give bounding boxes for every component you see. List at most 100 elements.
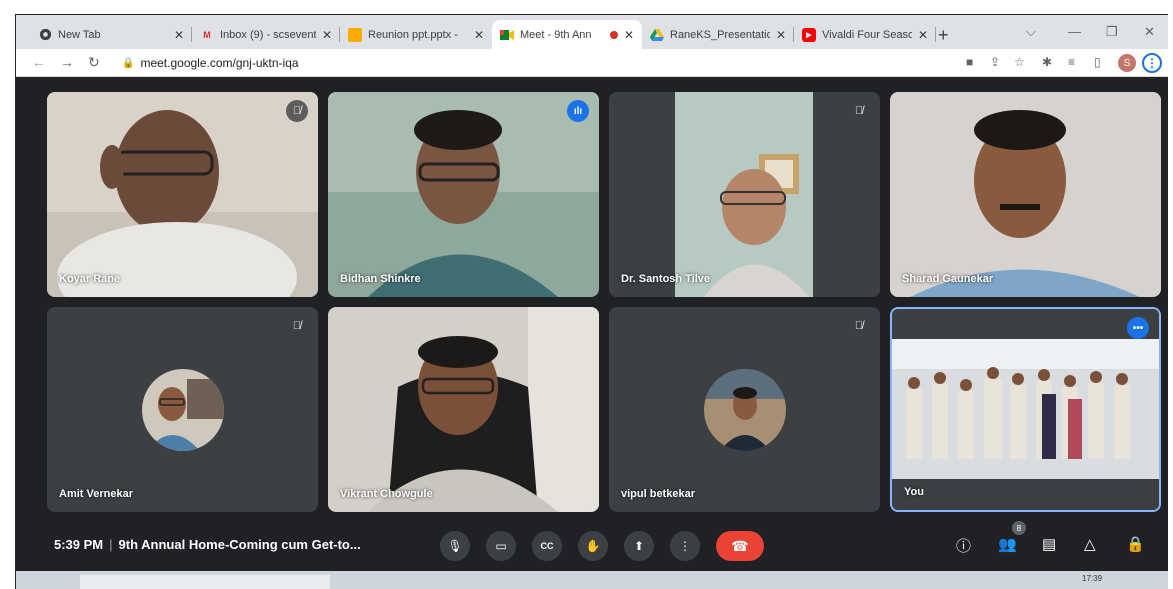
share-icon[interactable]: ⇪ — [990, 55, 1000, 69]
recording-dot-icon — [609, 30, 618, 39]
video-feed — [328, 92, 599, 297]
meeting-info: 5:39 PM | 9th Annual Home-Coming cum Get-t… — [54, 537, 361, 552]
end-call-button[interactable]: ☎ — [716, 531, 764, 561]
participant-name: vipul betkekar — [621, 488, 695, 500]
meeting-time: 5:39 PM — [54, 537, 104, 552]
tab-title: Inbox (9) - scsevent — [220, 28, 316, 41]
tab-slides[interactable]: Reunion ppt.pptx - ✕ — [340, 20, 492, 49]
browser-window: New Tab ✕ M Inbox (9) - scsevent ✕ Reuni… — [15, 14, 1168, 589]
meet-icon — [500, 28, 514, 42]
close-tab-icon[interactable]: ✕ — [474, 28, 484, 42]
kebab-menu-icon[interactable]: ⋮ — [1142, 53, 1162, 73]
camera-button[interactable]: ▭ — [486, 531, 516, 561]
microphone-button[interactable]: 🎙 — [440, 531, 470, 561]
participant-tile[interactable]: Sharad Gaunekar — [890, 92, 1161, 297]
participant-count-badge: 8 — [1012, 521, 1026, 535]
close-tab-icon[interactable]: ✕ — [322, 28, 332, 42]
participant-name: Dr. Santosh Tilve — [621, 273, 711, 285]
close-tab-icon[interactable]: ✕ — [624, 28, 634, 42]
taskbar-clock: 17:39 — [1082, 574, 1103, 583]
gmail-icon: M — [203, 29, 211, 40]
present-screen-button[interactable]: ⬆ — [624, 531, 654, 561]
meeting-details-icon[interactable]: ⓘ — [956, 535, 971, 556]
tab-title: Meet - 9th Ann — [520, 28, 592, 41]
video-feed — [609, 92, 880, 297]
microphone-icon: 🎙 — [447, 539, 463, 553]
captions-icon: CC — [540, 541, 554, 551]
tab-separator — [935, 27, 936, 42]
participant-name: Koyar Rane — [59, 273, 121, 285]
tab-gmail[interactable]: M Inbox (9) - scsevent ✕ — [192, 20, 340, 49]
chat-icon[interactable]: ▤ — [1042, 535, 1056, 553]
tab-youtube[interactable]: ▶ Vivaldi Four Season ✕ — [794, 20, 936, 49]
minimize-icon[interactable]: — — [1068, 24, 1081, 39]
new-tab-plus-icon[interactable]: + — [938, 25, 949, 46]
people-icon[interactable]: 👥 — [998, 535, 1017, 553]
participant-tile[interactable]: 🎙̸ Amit Vernekar — [47, 307, 318, 512]
address-bar[interactable]: 🔒 meet.google.com/gnj-uktn-iqa — [122, 52, 942, 74]
participant-tile[interactable]: Vikrant Chowgule — [328, 307, 599, 512]
close-tab-icon[interactable]: ✕ — [918, 28, 928, 42]
os-taskbar: 17:39 — [16, 571, 1168, 589]
participant-avatar — [141, 368, 224, 451]
speaking-indicator-icon: ılı — [567, 100, 589, 122]
youtube-icon: ▶ — [802, 27, 816, 42]
tab-new-tab[interactable]: New Tab ✕ — [30, 20, 192, 49]
activities-icon[interactable]: △ — [1084, 535, 1096, 553]
tab-title: Reunion ppt.pptx - — [368, 28, 458, 41]
mic-off-icon: 🎙̸ — [286, 315, 308, 337]
participant-name: Sharad Gaunekar — [902, 273, 994, 285]
url-text: meet.google.com/gnj-uktn-iqa — [140, 56, 299, 70]
browser-toolbar: ← → ↻ 🔒 meet.google.com/gnj-uktn-iqa ■ ⇪… — [16, 49, 1168, 77]
profile-avatar[interactable]: S — [1118, 54, 1136, 72]
taskbar-search[interactable] — [80, 575, 330, 589]
more-options-icon[interactable]: ••• — [1127, 317, 1149, 339]
forward-arrow-icon[interactable]: → — [60, 54, 74, 70]
reading-list-icon[interactable]: ≡ — [1068, 55, 1075, 69]
tab-meet[interactable]: Meet - 9th Ann ✕ — [492, 20, 642, 49]
participant-name: Bidhan Shinkre — [340, 273, 421, 285]
tab-search-chevron-icon[interactable]: ⌵ — [1026, 24, 1036, 40]
mic-off-icon: 🎙̸ — [848, 315, 870, 337]
participant-avatar — [703, 368, 786, 451]
drive-icon — [650, 28, 664, 42]
video-feed — [890, 92, 1161, 297]
bookmark-star-icon[interactable]: ☆ — [1014, 55, 1025, 69]
close-tab-icon[interactable]: ✕ — [776, 28, 786, 42]
participant-name: You — [904, 486, 924, 498]
participant-name: Amit Vernekar — [59, 488, 133, 500]
mic-off-icon: 🎙̸ — [848, 100, 870, 122]
tab-drive[interactable]: RaneKS_Presentatic ✕ — [642, 20, 794, 49]
captions-button[interactable]: CC — [532, 531, 562, 561]
present-icon: ⬆ — [633, 539, 645, 553]
extensions-puzzle-icon[interactable]: ✱ — [1042, 55, 1052, 69]
video-feed — [892, 309, 1159, 510]
mic-off-icon: 🎙̸ — [286, 100, 308, 122]
participant-name: Vikrant Chowgule — [340, 488, 433, 500]
reload-icon[interactable]: ↻ — [88, 54, 100, 71]
chrome-icon — [38, 28, 52, 42]
tab-strip: New Tab ✕ M Inbox (9) - scsevent ✕ Reuni… — [16, 15, 1168, 49]
camera-icon: ▭ — [495, 539, 507, 553]
close-window-icon[interactable]: ✕ — [1144, 24, 1155, 40]
meeting-title: 9th Annual Home-Coming cum Get-to... — [118, 537, 361, 552]
back-arrow-icon[interactable]: ← — [32, 54, 46, 70]
participant-tile[interactable]: 🎙̸ Dr. Santosh Tilve — [609, 92, 880, 297]
restore-icon[interactable]: ❐ — [1106, 24, 1118, 40]
participant-tile[interactable]: 🎙̸ vipul betkekar — [609, 307, 880, 512]
video-feed — [328, 307, 599, 512]
lock-icon: 🔒 — [122, 57, 135, 69]
close-tab-icon[interactable]: ✕ — [174, 28, 184, 42]
sidebar-icon[interactable]: ▯ — [1094, 55, 1101, 69]
raise-hand-button[interactable]: ✋ — [578, 531, 608, 561]
participant-tile[interactable]: 🎙̸ Koyar Rane — [47, 92, 318, 297]
participant-tile[interactable]: ılı Bidhan Shinkre — [328, 92, 599, 297]
tab-title: RaneKS_Presentatic — [670, 28, 770, 41]
participant-tile-self[interactable]: ••• You — [890, 307, 1161, 512]
kebab-icon: ⋮ — [679, 539, 691, 553]
camera-icon[interactable]: ■ — [966, 55, 973, 69]
slides-icon — [348, 27, 362, 42]
more-options-button[interactable]: ⋮ — [670, 531, 700, 561]
hand-icon: ✋ — [585, 539, 601, 553]
host-controls-icon[interactable]: 🔒 — [1126, 535, 1145, 553]
